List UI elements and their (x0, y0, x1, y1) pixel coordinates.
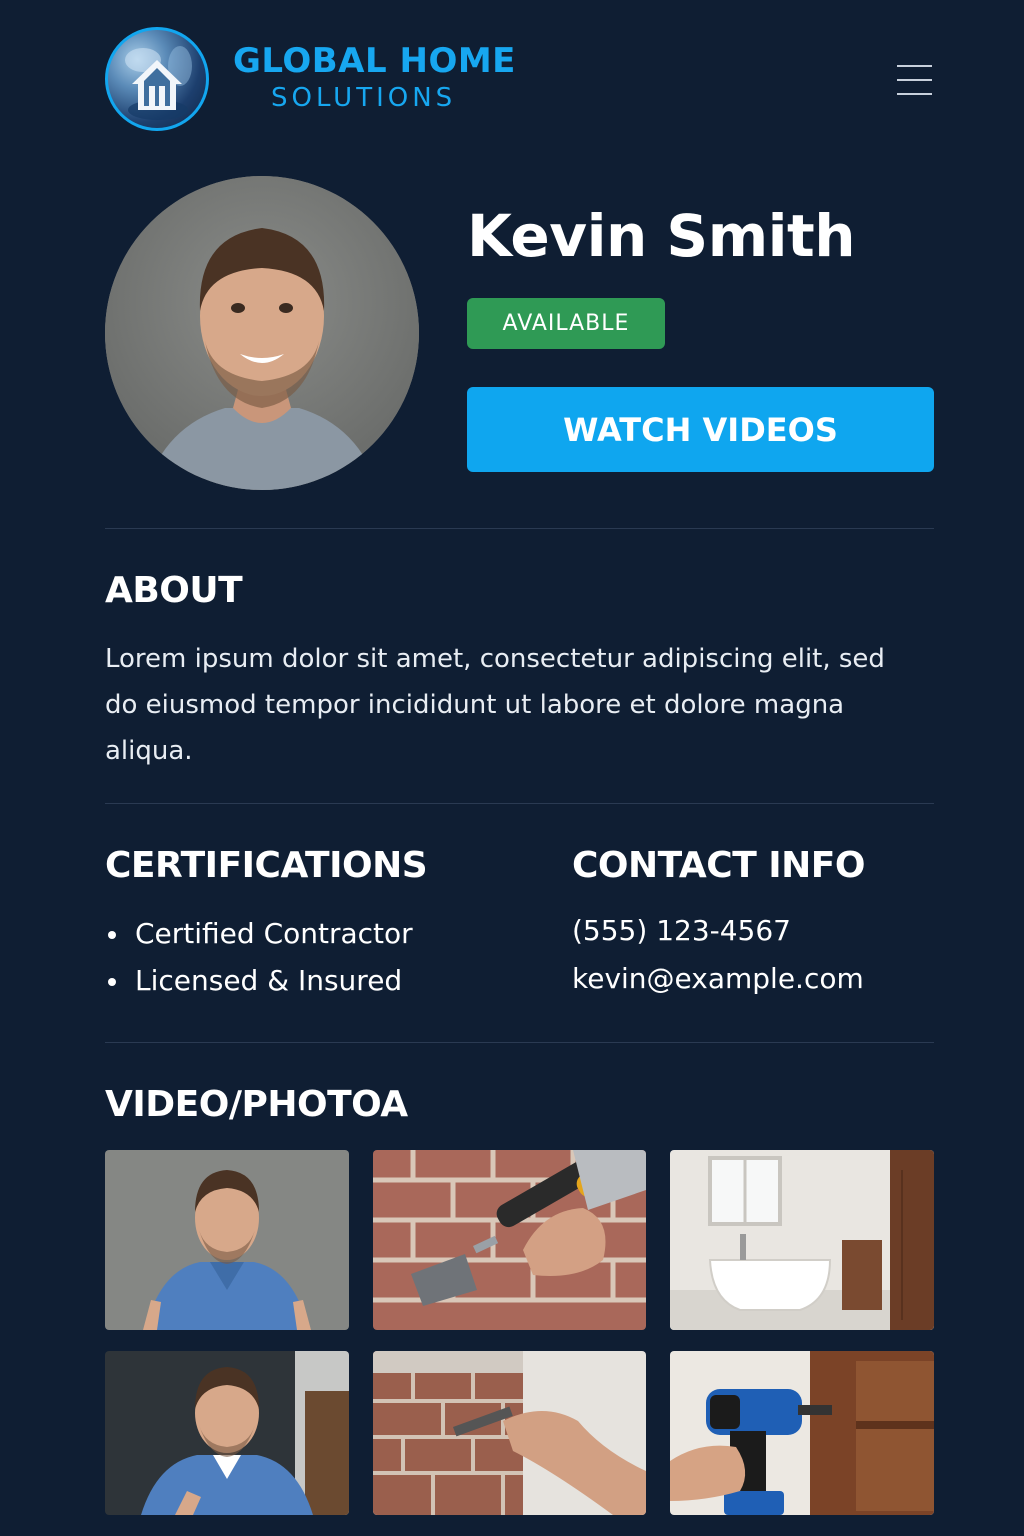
about-heading: ABOUT (105, 570, 243, 611)
gallery-tile-drill-cabinet[interactable] (670, 1351, 934, 1515)
header: GLOBAL HOME SOLUTIONS (105, 25, 934, 140)
status-badge: AVAILABLE (467, 298, 665, 349)
gallery-heading: VIDEO/PHOTOA (105, 1084, 408, 1125)
profile-page: GLOBAL HOME SOLUTIONS Kevin Smith AVAILA… (105, 0, 934, 1536)
profile-name: Kevin Smith (467, 202, 856, 270)
house-globe-icon[interactable] (105, 27, 209, 131)
contact-heading: CONTACT INFO (572, 845, 866, 886)
list-item: Licensed & Insured (105, 957, 413, 1004)
divider (105, 528, 934, 529)
hamburger-menu-icon[interactable] (895, 63, 935, 99)
divider (105, 1042, 934, 1043)
gallery-tile-bathroom[interactable] (670, 1150, 934, 1330)
list-item: Certified Contractor (105, 910, 413, 957)
gallery-tile-brick-trowel[interactable] (373, 1150, 646, 1330)
certifications-list: Certified Contractor Licensed & Insured (105, 910, 413, 1004)
contact-email[interactable]: kevin@example.com (572, 962, 864, 995)
brand-tagline: SOLUTIONS (271, 83, 457, 113)
divider (105, 803, 934, 804)
certifications-heading: CERTIFICATIONS (105, 845, 428, 886)
gallery-tile-brick-repair[interactable] (373, 1351, 646, 1515)
contact-phone[interactable]: (555) 123-4567 (572, 914, 791, 947)
gallery-tile-portrait-2[interactable] (105, 1351, 349, 1515)
gallery-tile-portrait[interactable] (105, 1150, 349, 1330)
brand-name: GLOBAL HOME (233, 41, 516, 81)
avatar (105, 176, 419, 490)
about-text: Lorem ipsum dolor sit amet, consectetur … (105, 644, 885, 766)
watch-videos-button[interactable]: WATCH VIDEOS (467, 387, 934, 472)
